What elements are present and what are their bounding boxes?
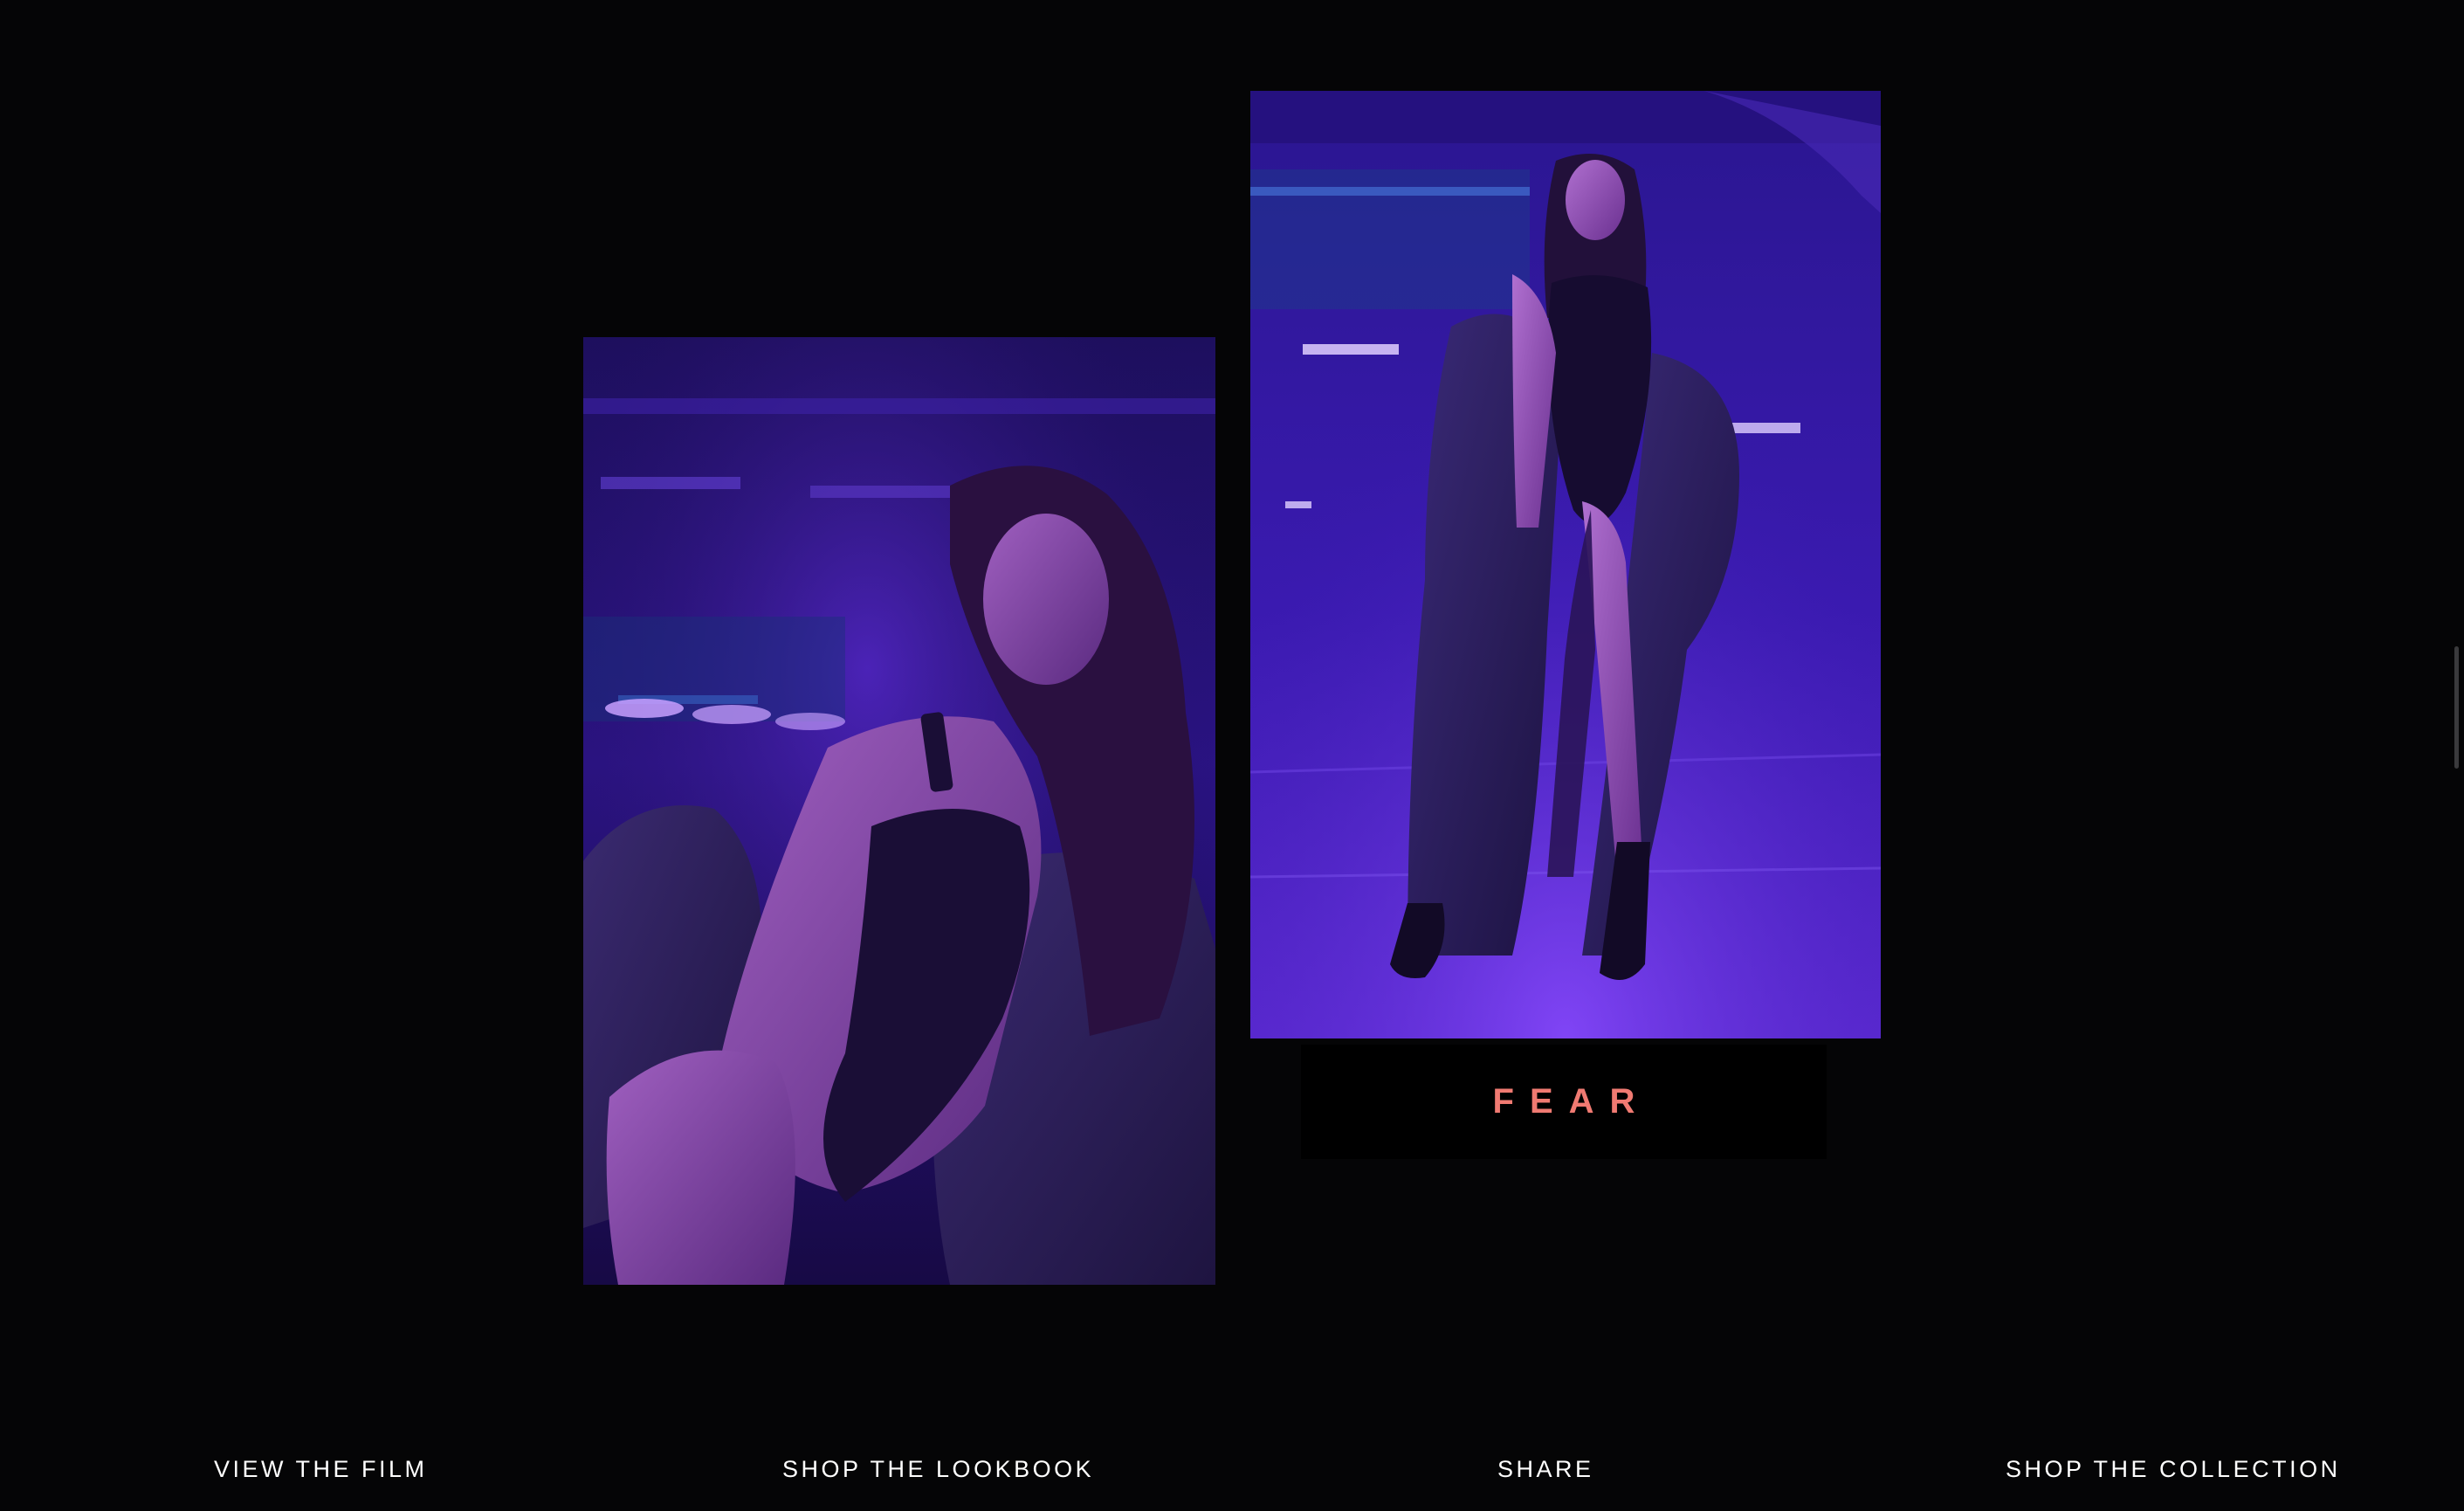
- shop-lookbook-link[interactable]: SHOP THE LOOKBOOK: [782, 1456, 1094, 1483]
- model-full-length-image: [1250, 91, 1881, 1038]
- shop-collection-link[interactable]: SHOP THE COLLECTION: [2006, 1456, 2341, 1483]
- caption-box: FEAR: [1301, 1045, 1827, 1159]
- lookbook-page: FEAR VIEW THE FILM SHOP THE LOOKBOOK SHA…: [0, 0, 2464, 1511]
- model-portrait-photo[interactable]: [583, 337, 1215, 1285]
- scrollbar-thumb[interactable]: [2454, 646, 2459, 769]
- share-link[interactable]: SHARE: [1497, 1456, 1594, 1483]
- view-film-link[interactable]: VIEW THE FILM: [214, 1456, 428, 1483]
- model-full-length-photo[interactable]: [1250, 91, 1881, 1038]
- model-portrait-image: [583, 337, 1215, 1285]
- caption-title: FEAR: [1492, 1082, 1651, 1121]
